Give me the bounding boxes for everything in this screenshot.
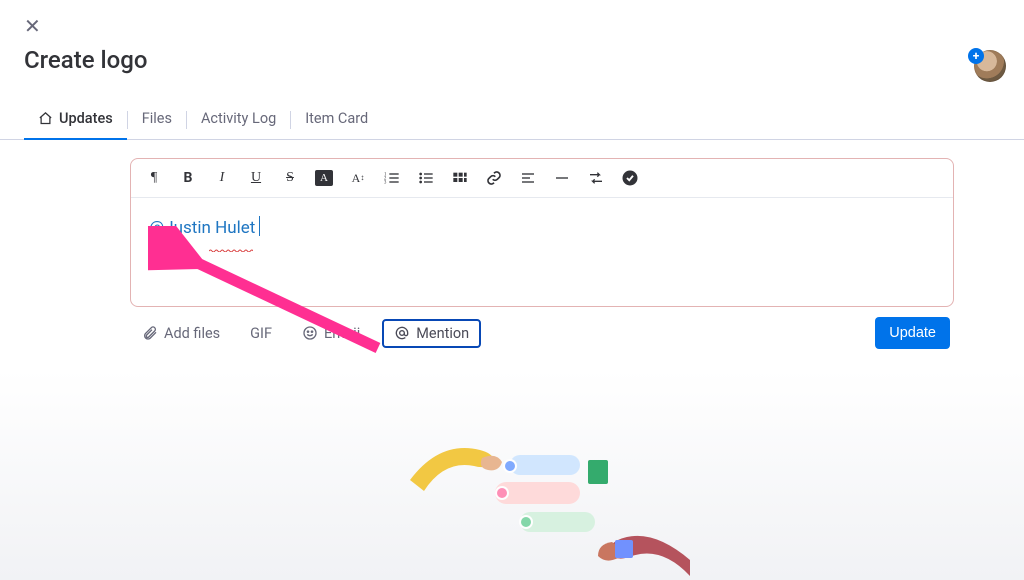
svg-text:3: 3 [384,180,387,185]
formatting-toolbar: ¶ B I U S A A↕ 123 [131,159,953,198]
italic-button[interactable]: I [213,169,231,187]
text-cursor [259,216,260,236]
font-size-button[interactable]: A↕ [349,169,367,187]
tab-label: Files [142,110,172,127]
tab-item-card[interactable]: Item Card [291,100,382,139]
editor-actions: Add files GIF Emoji Mention Update [130,307,954,349]
align-button[interactable] [519,169,537,187]
bullet-list-button[interactable] [417,169,435,187]
close-icon[interactable]: ✕ [24,14,44,38]
empty-state-illustration [390,420,690,580]
tab-label: Updates [59,110,113,127]
emoji-label: Emoji [324,325,360,342]
underline-button[interactable]: U [247,169,265,187]
tab-activity-log[interactable]: Activity Log [187,100,290,139]
mention-button[interactable]: Mention [382,319,481,348]
tab-label: Item Card [305,110,368,127]
gif-button[interactable]: GIF [242,319,280,348]
add-member-button[interactable]: + [974,50,1006,82]
checklist-button[interactable] [621,169,639,187]
paragraph-button[interactable]: ¶ [145,169,163,187]
divider-button[interactable] [553,169,571,187]
home-icon [38,111,53,126]
page-title: Create logo [24,46,1000,74]
mention-label: @Justin Hulet [149,218,255,238]
tab-updates[interactable]: Updates [24,100,127,139]
link-button[interactable] [485,169,503,187]
add-files-label: Add files [164,325,220,342]
update-button[interactable]: Update [875,317,950,349]
editor-textarea[interactable]: @Justin Hulet [131,198,953,306]
mention-label: Mention [416,325,469,342]
bold-button[interactable]: B [179,169,197,187]
ordered-list-button[interactable]: 123 [383,169,401,187]
strikethrough-button[interactable]: S [281,169,299,187]
text-highlight-button[interactable]: A [315,170,333,186]
smile-icon [302,325,318,341]
text-direction-button[interactable] [587,169,605,187]
tab-files[interactable]: Files [128,100,186,139]
emoji-button[interactable]: Emoji [294,319,368,348]
table-button[interactable] [451,169,469,187]
add-files-button[interactable]: Add files [134,319,228,348]
at-icon [394,325,410,341]
update-editor: ¶ B I U S A A↕ 123 [130,158,954,307]
paperclip-icon [142,325,158,341]
plus-icon: + [968,48,984,64]
gif-label: GIF [250,325,272,342]
mention-chip[interactable]: @Justin Hulet [149,218,255,238]
tab-label: Activity Log [201,110,276,127]
tabs-bar: Updates Files Activity Log Item Card [0,100,1024,140]
